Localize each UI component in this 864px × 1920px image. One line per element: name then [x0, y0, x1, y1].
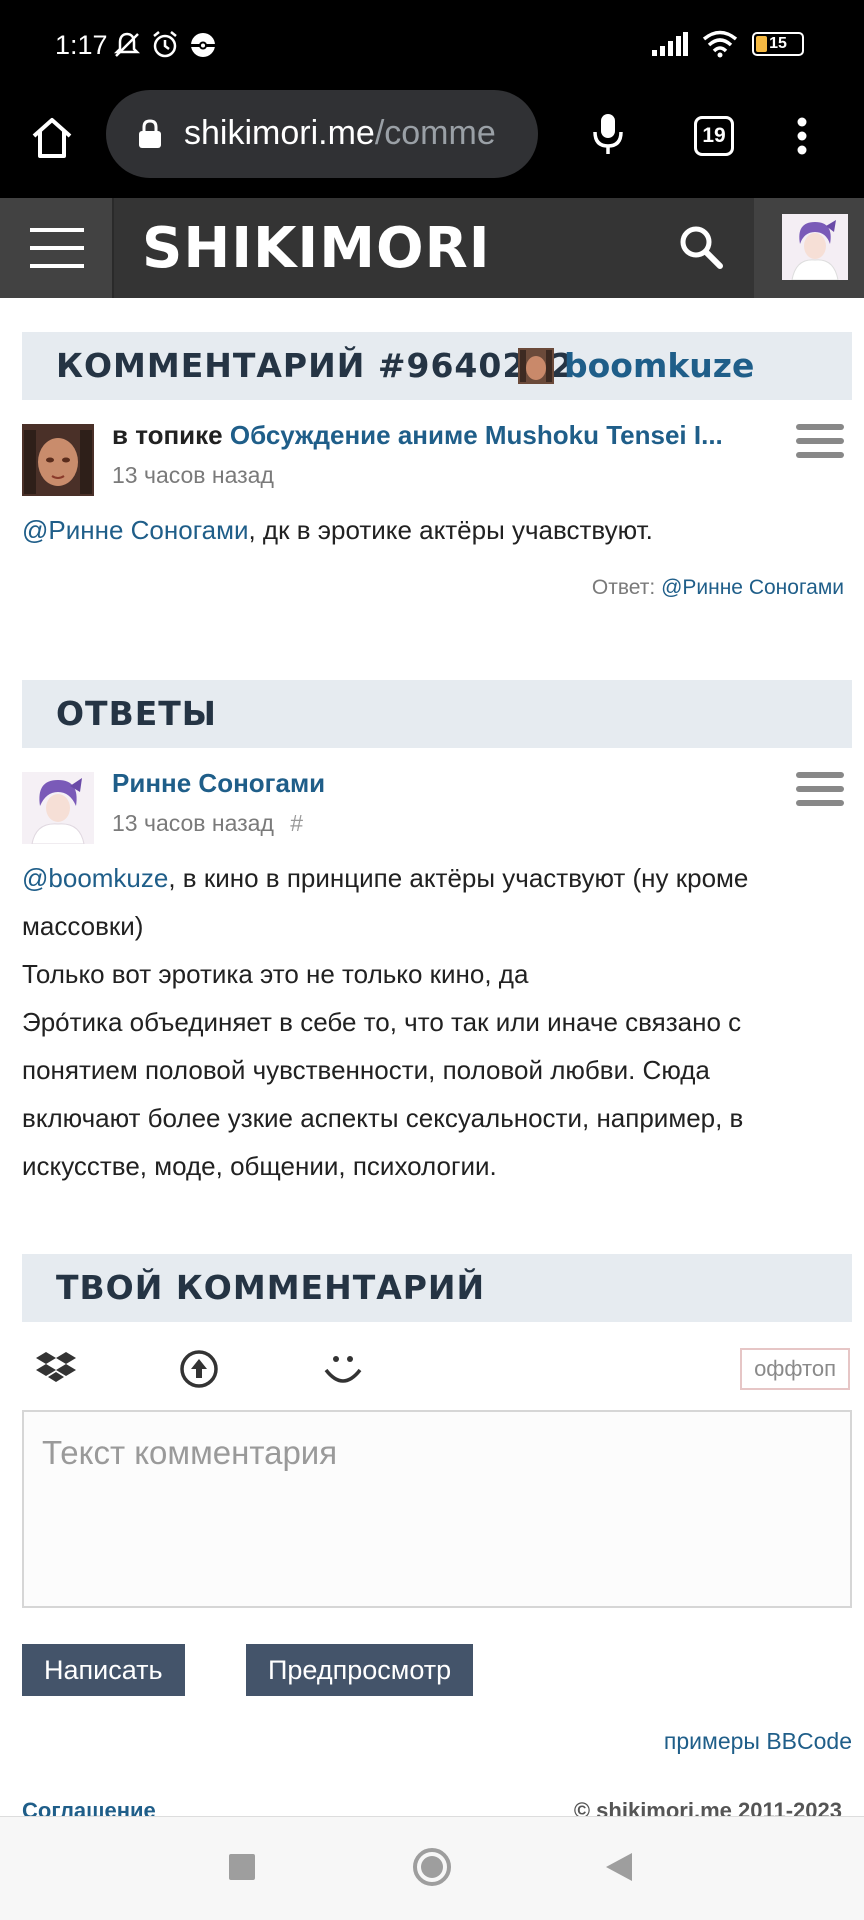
reply-menu-button[interactable]	[796, 772, 844, 814]
avatar-image	[22, 424, 94, 496]
back-icon[interactable]	[604, 1851, 634, 1883]
home-icon[interactable]	[28, 114, 76, 162]
battery-icon: 15	[752, 32, 804, 56]
comment-title: КОММЕНТАРИЙ #9640242	[56, 346, 575, 385]
more-vert-icon[interactable]	[796, 116, 808, 156]
reply-line-1: @boomkuze, в кино в принципе актёры учас…	[22, 854, 852, 902]
address-bar[interactable]: shikimori.me/comme	[106, 90, 538, 178]
new-comment-title: ТВОЙ КОММЕНТАРИЙ	[56, 1268, 486, 1307]
reply-body: @boomkuze, в кино в принципе актёры учас…	[22, 854, 852, 1190]
reply-label: Ответ:	[591, 576, 656, 599]
status-time: 1:17	[55, 30, 108, 60]
reply-time[interactable]: 13 часов назад	[112, 810, 274, 836]
user-avatar-button[interactable]	[754, 198, 864, 298]
reply-line-4: Эро́тика объединяет в себе то, что так и…	[22, 1007, 742, 1037]
author-mini-avatar	[518, 347, 554, 384]
new-comment-section-header: ТВОЙ КОММЕНТАРИЙ	[22, 1254, 852, 1322]
menu-button[interactable]	[0, 198, 114, 298]
comment-author-link[interactable]: boomkuze	[564, 346, 754, 385]
lock-icon	[139, 119, 161, 148]
url-text: shikimori.me/comme	[184, 114, 496, 153]
comment-author-avatar[interactable]	[22, 424, 94, 496]
avatar	[782, 214, 848, 280]
reply-line-5: понятием половой чувственности, половой …	[22, 1055, 710, 1085]
alarm-icon	[153, 31, 177, 58]
reply-text-1: , в кино в принципе актёры участвуют (ну…	[168, 863, 749, 893]
reply-line-6: включают более узкие аспекты сексуальнос…	[22, 1103, 744, 1133]
search-icon[interactable]	[676, 222, 726, 272]
tab-switcher-button[interactable]: 19	[694, 116, 734, 156]
status-right-icons: 15	[652, 30, 804, 58]
comment-text: , дк в эротике актёры учавствуют.	[248, 515, 653, 545]
comment-body: @Ринне Соногами, дк в эротике актёры уча…	[22, 506, 852, 554]
wifi-icon	[702, 30, 738, 58]
bell-off-icon	[113, 32, 141, 57]
reply-author-link[interactable]: Ринне Соногами	[112, 768, 325, 799]
topic-prefix: в топике	[112, 420, 223, 450]
pokeball-icon	[191, 33, 215, 57]
bbcode-examples-link[interactable]: примеры BBCode	[664, 1728, 852, 1755]
site-header: SHIKIMORI	[0, 198, 864, 298]
reply-permalink[interactable]: #	[290, 810, 303, 836]
reply-author-avatar[interactable]	[22, 772, 94, 844]
replies-section-header: ОТВЕТЫ	[22, 680, 852, 748]
reply-timestamp: 13 часов назад #	[112, 810, 303, 837]
url-path: /comme	[374, 114, 496, 152]
battery-level: 15	[769, 35, 787, 52]
reply-mention[interactable]: @boomkuze	[22, 863, 168, 893]
home-nav-icon[interactable]	[412, 1847, 452, 1887]
comment-meta: в топике Обсуждение аниме Mushoku Tensei…	[112, 420, 723, 451]
comment-timestamp[interactable]: 13 часов назад	[112, 462, 274, 489]
system-nav-bar	[0, 1816, 864, 1920]
comment-placeholder: Текст комментария	[42, 1434, 338, 1471]
reply-user-link[interactable]: @Ринне Соногами	[661, 576, 844, 599]
comment-author-header[interactable]: boomkuze	[518, 346, 754, 385]
reply-to: Ответ: @Ринне Соногами	[592, 576, 844, 600]
offtopic-toggle[interactable]: оффтоп	[740, 1348, 850, 1390]
reply-line-3: Только вот эротика это не только кино, д…	[22, 959, 529, 989]
recents-icon[interactable]	[228, 1853, 256, 1881]
status-bar: 1:17 15	[0, 0, 864, 88]
reply-line-7: искусстве, моде, общении, психологии.	[22, 1151, 497, 1181]
upload-icon[interactable]	[178, 1348, 220, 1390]
comment-section-header: КОММЕНТАРИЙ #9640242 boomkuze	[22, 332, 852, 400]
smiley-icon[interactable]	[320, 1346, 366, 1392]
browser-toolbar: shikimori.me/comme 19	[0, 88, 864, 198]
comment-mention[interactable]: @Ринне Соногами	[22, 515, 248, 545]
reply-line-2: массовки)	[22, 911, 144, 941]
signal-icon	[652, 32, 688, 56]
microphone-icon[interactable]	[590, 110, 626, 158]
editor-toolbar: оффтоп	[22, 1344, 852, 1404]
url-host: shikimori.me	[184, 114, 375, 152]
comment-textarea[interactable]: Текст комментария	[22, 1410, 852, 1608]
avatar-image	[22, 772, 94, 844]
comment-menu-button[interactable]	[796, 424, 844, 466]
site-logo[interactable]: SHIKIMORI	[142, 216, 491, 281]
status-left-icons	[112, 30, 218, 60]
submit-button[interactable]: Написать	[22, 1644, 185, 1696]
dropbox-icon[interactable]	[36, 1348, 76, 1388]
replies-title: ОТВЕТЫ	[56, 694, 217, 733]
preview-button[interactable]: Предпросмотр	[246, 1644, 474, 1696]
topic-link[interactable]: Обсуждение аниме Mushoku Tensei I...	[230, 420, 723, 450]
